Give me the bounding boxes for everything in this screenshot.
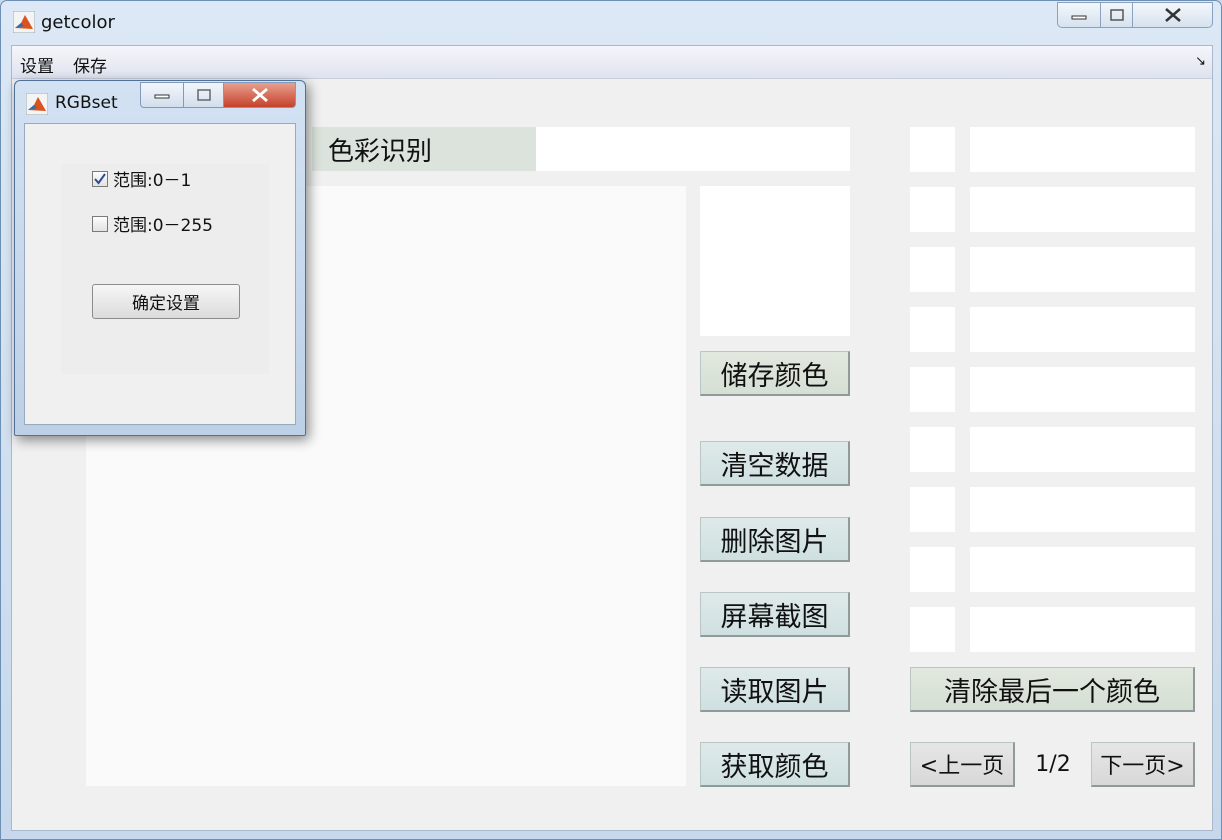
color-preview <box>700 186 850 336</box>
color-swatch <box>910 427 955 472</box>
dialog-panel <box>61 164 269 374</box>
matlab-logo-icon <box>26 93 48 115</box>
close-button[interactable] <box>1133 2 1213 28</box>
header-label-text: 色彩识别 <box>328 136 433 167</box>
dialog-maximize-button[interactable] <box>184 82 224 108</box>
maximize-icon <box>196 89 211 101</box>
dock-arrow-icon[interactable]: ↘ <box>1195 54 1206 69</box>
dialog-window-controls <box>140 82 296 108</box>
dialog-minimize-button[interactable] <box>140 82 184 108</box>
range-0-255-label: 范围:0－255 <box>113 216 213 236</box>
save-color-button[interactable]: 储存颜色 <box>700 351 850 396</box>
dialog-close-button[interactable] <box>224 82 296 108</box>
matlab-logo-icon <box>13 11 35 33</box>
close-icon <box>251 88 268 102</box>
color-swatch <box>910 367 955 412</box>
range-0-1-label: 范围:0－1 <box>113 171 192 191</box>
color-swatch <box>910 487 955 532</box>
close-icon <box>1164 8 1181 22</box>
title-bar[interactable]: getcolor <box>1 1 1221 43</box>
maximize-button[interactable] <box>1101 2 1133 28</box>
checkmark-icon <box>94 172 106 185</box>
color-value-field <box>970 367 1195 412</box>
color-swatch <box>910 187 955 232</box>
range-0-1-checkbox[interactable] <box>92 170 108 187</box>
color-swatch <box>910 607 955 652</box>
menu-save[interactable]: 保存 <box>73 52 107 77</box>
color-value-field <box>970 127 1195 172</box>
header-label: 色彩识别 <box>312 127 536 171</box>
prev-page-button[interactable]: <上一页 <box>910 742 1015 787</box>
window-controls <box>1057 2 1213 30</box>
color-swatch <box>910 547 955 592</box>
rgbset-dialog: RGBset 范围:0－1 范围:0－255 确定设置 <box>14 80 306 436</box>
range-0-255-checkbox[interactable] <box>92 215 108 232</box>
window-title: getcolor <box>41 12 115 33</box>
dialog-title: RGBset <box>55 93 118 113</box>
delete-image-button[interactable]: 删除图片 <box>700 517 850 562</box>
color-swatch <box>910 247 955 292</box>
color-value-field <box>970 487 1195 532</box>
menu-settings[interactable]: 设置 <box>20 52 54 77</box>
color-value-field <box>970 547 1195 592</box>
screenshot-button[interactable]: 屏幕截图 <box>700 592 850 637</box>
color-value-field <box>970 307 1195 352</box>
minimize-button[interactable] <box>1057 2 1101 28</box>
color-value-field <box>970 607 1195 652</box>
color-swatch <box>910 307 955 352</box>
color-value-field <box>970 187 1195 232</box>
page-indicator: 1/2 <box>1035 752 1071 777</box>
range-0-255-option[interactable]: 范围:0－255 <box>92 211 213 236</box>
get-color-button[interactable]: 获取颜色 <box>700 742 850 787</box>
color-swatch <box>910 127 955 172</box>
menu-bar: 设置 保存 ↘ <box>12 46 1212 79</box>
read-image-button[interactable]: 读取图片 <box>700 667 850 712</box>
color-value-field <box>970 247 1195 292</box>
color-value-display <box>536 127 850 171</box>
minimize-icon <box>154 94 170 99</box>
clear-last-color-button[interactable]: 清除最后一个颜色 <box>910 667 1195 712</box>
range-0-1-option[interactable]: 范围:0－1 <box>92 166 191 191</box>
next-page-button[interactable]: 下一页> <box>1091 742 1195 787</box>
maximize-icon <box>1109 9 1124 21</box>
confirm-settings-button[interactable]: 确定设置 <box>92 284 240 319</box>
minimize-icon <box>1071 15 1087 20</box>
clear-data-button[interactable]: 清空数据 <box>700 441 850 486</box>
color-value-field <box>970 427 1195 472</box>
dialog-client-area: 范围:0－1 范围:0－255 确定设置 <box>24 123 296 425</box>
